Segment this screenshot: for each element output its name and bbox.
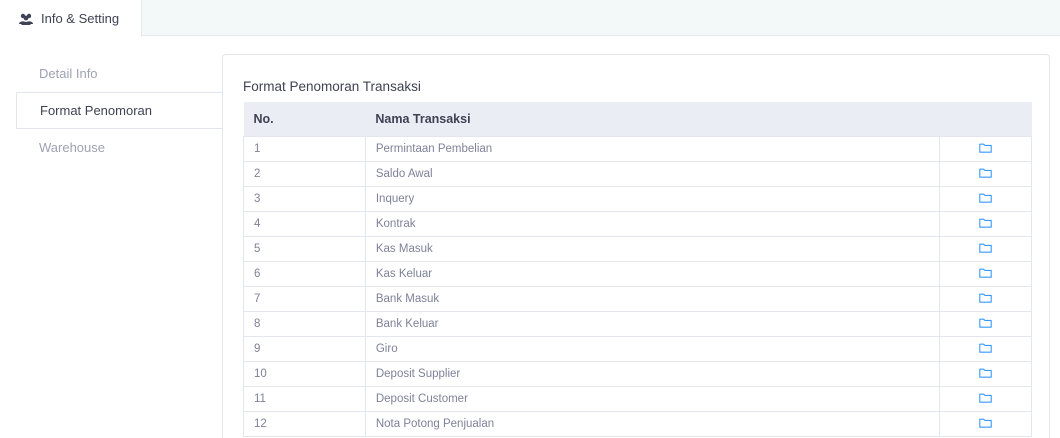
cell-action	[939, 410, 1032, 437]
cell-no: 9	[243, 335, 366, 362]
cell-no: 3	[243, 185, 366, 212]
folder-icon[interactable]	[979, 418, 992, 429]
table-row: 10 Deposit Supplier	[243, 360, 1032, 387]
table-row: 1 Permintaan Pembelian	[243, 135, 1032, 162]
table-row: 9 Giro	[243, 335, 1032, 362]
folder-icon[interactable]	[979, 318, 992, 329]
users-icon	[19, 13, 33, 25]
table-row: 2 Saldo Awal	[243, 160, 1032, 187]
column-header-no: No.	[243, 102, 366, 136]
sidebar-item-warehouse[interactable]: Warehouse	[16, 129, 222, 166]
table-row: 3 Inquery	[243, 185, 1032, 212]
folder-icon[interactable]	[979, 393, 992, 404]
sidebar-item-detail-info[interactable]: Detail Info	[16, 55, 222, 92]
column-header-action	[939, 102, 1032, 136]
folder-icon[interactable]	[979, 368, 992, 379]
table-header-row: No. Nama Transaksi	[243, 102, 1032, 136]
tab-label: Info & Setting	[41, 11, 120, 26]
cell-action	[939, 285, 1032, 312]
cell-transaction-name: Saldo Awal	[364, 160, 941, 187]
cell-no: 2	[243, 160, 366, 187]
cell-no: 1	[243, 135, 366, 162]
cell-transaction-name: Kas Keluar	[364, 260, 941, 287]
folder-icon[interactable]	[979, 218, 992, 229]
folder-icon[interactable]	[979, 168, 992, 179]
cell-transaction-name: Deposit Customer	[364, 385, 941, 412]
cell-action	[939, 335, 1032, 362]
cell-action	[939, 360, 1032, 387]
cell-no: 8	[243, 310, 366, 337]
cell-no: 6	[243, 260, 366, 287]
column-header-name: Nama Transaksi	[365, 102, 940, 136]
panel-title: Format Penomoran Transaksi	[243, 79, 421, 94]
folder-icon[interactable]	[979, 143, 992, 154]
cell-action	[939, 135, 1032, 162]
cell-action	[939, 310, 1032, 337]
folder-icon[interactable]	[979, 243, 992, 254]
cell-action	[939, 260, 1032, 287]
cell-transaction-name: Inquery	[364, 185, 941, 212]
tab-info-setting[interactable]: Info & Setting	[0, 0, 142, 37]
cell-no: 12	[243, 410, 366, 437]
transaction-table: No. Nama Transaksi 1 Permintaan Pembelian…	[243, 102, 1032, 437]
cell-transaction-name: Giro	[364, 335, 941, 362]
sidebar-nav: Detail Info Format Penomoran Warehouse	[16, 55, 222, 166]
cell-no: 10	[243, 360, 366, 387]
sidebar-item-format-penomoran[interactable]: Format Penomoran	[16, 92, 222, 129]
sidebar-item-label: Warehouse	[39, 140, 105, 155]
table-row: 7 Bank Masuk	[243, 285, 1032, 312]
cell-action	[939, 210, 1032, 237]
table-row: 11 Deposit Customer	[243, 385, 1032, 412]
cell-action	[939, 385, 1032, 412]
cell-transaction-name: Nota Potong Penjualan	[364, 410, 941, 437]
table-row: 5 Kas Masuk	[243, 235, 1032, 262]
cell-transaction-name: Permintaan Pembelian	[364, 135, 941, 162]
table-row: 12 Nota Potong Penjualan	[243, 410, 1032, 437]
folder-icon[interactable]	[979, 193, 992, 204]
cell-transaction-name: Kontrak	[364, 210, 941, 237]
cell-no: 7	[243, 285, 366, 312]
cell-action	[939, 185, 1032, 212]
cell-no: 5	[243, 235, 366, 262]
content-panel: Format Penomoran Transaksi No. Nama Tran…	[222, 54, 1050, 438]
folder-icon[interactable]	[979, 268, 992, 279]
table-row: 8 Bank Keluar	[243, 310, 1032, 337]
cell-transaction-name: Kas Masuk	[364, 235, 941, 262]
sidebar-item-label: Format Penomoran	[40, 103, 152, 118]
top-tab-bar: Info & Setting	[0, 0, 1060, 37]
table-row: 6 Kas Keluar	[243, 260, 1032, 287]
cell-action	[939, 160, 1032, 187]
cell-action	[939, 235, 1032, 262]
folder-icon[interactable]	[979, 343, 992, 354]
cell-transaction-name: Bank Keluar	[364, 310, 941, 337]
folder-icon[interactable]	[979, 293, 992, 304]
sidebar-item-label: Detail Info	[39, 66, 98, 81]
table-row: 4 Kontrak	[243, 210, 1032, 237]
cell-no: 4	[243, 210, 366, 237]
cell-transaction-name: Deposit Supplier	[364, 360, 941, 387]
cell-transaction-name: Bank Masuk	[364, 285, 941, 312]
cell-no: 11	[243, 385, 366, 412]
